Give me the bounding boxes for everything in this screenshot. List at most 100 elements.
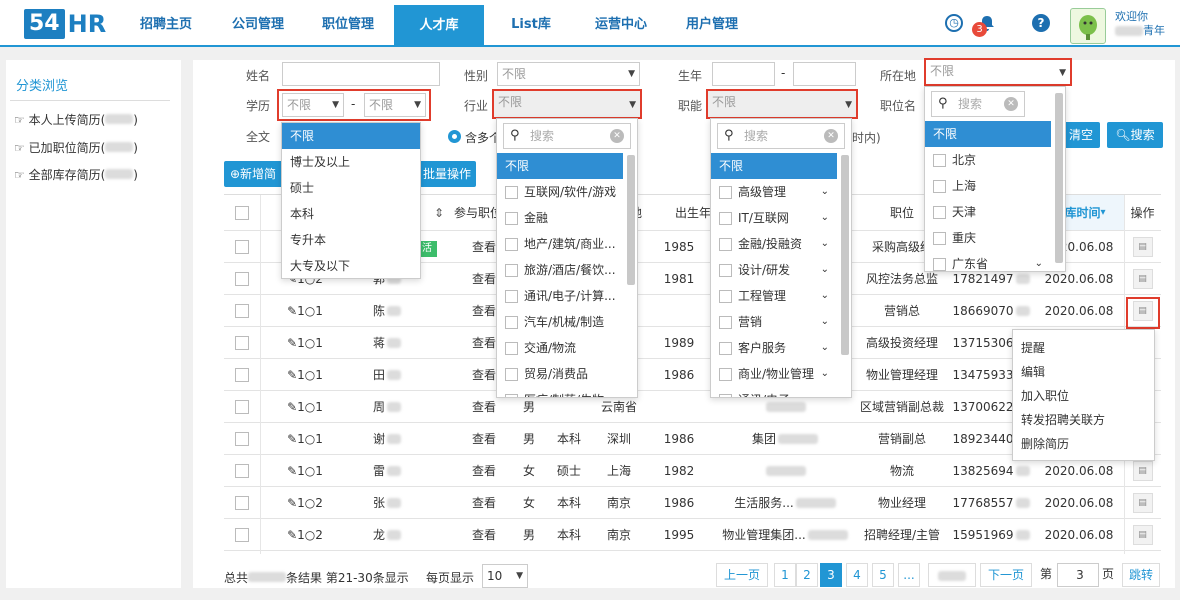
search-button[interactable]: 🔍︎搜索 xyxy=(1107,122,1163,148)
row-ops-button[interactable]: ▤ xyxy=(1132,236,1153,257)
page-button[interactable]: 5 xyxy=(872,563,894,587)
function-option[interactable]: 商业/物业管理 ⌄ xyxy=(711,361,837,387)
row-checkbox[interactable] xyxy=(235,335,249,350)
avatar[interactable] xyxy=(1070,8,1106,44)
checkbox[interactable] xyxy=(933,258,946,271)
row-ops-button[interactable]: ▤ xyxy=(1132,460,1153,481)
chevron-down-icon[interactable]: ⌄ xyxy=(821,335,829,361)
location-option[interactable]: 上海 xyxy=(925,173,1051,199)
context-menu-item[interactable]: 编辑 xyxy=(1013,360,1154,384)
birth-year-to[interactable] xyxy=(793,62,856,86)
page-button[interactable]: 2 xyxy=(796,563,818,587)
industry-option-any[interactable]: 不限 xyxy=(497,153,623,179)
table-row[interactable]: ✎ 1 ○ 2 张 查看女 本科 南京 1986 生活服务... 物业经理 17768557 2020… xyxy=(224,487,1161,519)
checkbox[interactable] xyxy=(505,212,518,225)
checkbox[interactable] xyxy=(719,238,732,251)
clear-icon[interactable]: ✕ xyxy=(1004,97,1018,111)
chevron-down-icon[interactable]: ⌄ xyxy=(821,283,829,309)
chevron-down-icon[interactable]: ⌄ xyxy=(821,231,829,257)
location-search-input[interactable]: ⚲ 搜索 ✕ xyxy=(931,91,1025,117)
function-option[interactable]: 营销 ⌄ xyxy=(711,309,837,335)
function-option-any[interactable]: 不限 xyxy=(711,153,837,179)
industry-scrollbar[interactable] xyxy=(627,155,635,285)
row-checkbox[interactable] xyxy=(235,495,249,510)
industry-option[interactable]: 医疗/制药/生物 xyxy=(497,387,623,397)
industry-option[interactable]: 互联网/软件/游戏 xyxy=(497,179,623,205)
table-row[interactable]: ✎ 1 ○ 2 龙 查看男 本科 南京 1995 物业管理集团... 招聘经理/主管 1595196… xyxy=(224,519,1161,551)
page-button[interactable]: 1 xyxy=(774,563,796,587)
checkbox[interactable] xyxy=(505,186,518,199)
row-checkbox[interactable] xyxy=(235,431,249,446)
chevron-down-icon[interactable]: ⌄ xyxy=(821,361,829,387)
page-button[interactable]: 3 xyxy=(820,563,842,587)
function-option[interactable]: 高级管理 ⌄ xyxy=(711,179,837,205)
row-checkbox[interactable] xyxy=(235,463,249,478)
function-option[interactable]: IT/互联网 ⌄ xyxy=(711,205,837,231)
checkbox[interactable] xyxy=(505,394,518,397)
education-option[interactable]: 不限 xyxy=(282,123,420,149)
checkbox[interactable] xyxy=(719,394,732,397)
nav-company[interactable]: 公司管理 xyxy=(220,0,296,46)
industry-option[interactable]: 汽车/机械/制造 xyxy=(497,309,623,335)
help-icon[interactable]: ? xyxy=(1032,14,1050,32)
row-checkbox[interactable] xyxy=(235,303,249,318)
row-ops-button[interactable]: ▤ xyxy=(1132,524,1153,545)
checkbox[interactable] xyxy=(933,232,946,245)
industry-option[interactable]: 金融 xyxy=(497,205,623,231)
clear-icon[interactable]: ✕ xyxy=(610,129,624,143)
clear-icon[interactable]: ✕ xyxy=(824,129,838,143)
function-option[interactable]: 金融/投融资 ⌄ xyxy=(711,231,837,257)
chevron-down-icon[interactable]: ⌄ xyxy=(821,257,829,283)
chevron-down-icon[interactable]: ⌄ xyxy=(821,205,829,231)
context-menu-item[interactable]: 删除简历 xyxy=(1013,432,1154,456)
page-button[interactable]: 4 xyxy=(846,563,868,587)
clear-button[interactable]: 清空 xyxy=(1062,122,1100,148)
location-option[interactable]: 广东省 ⌄ xyxy=(925,251,1051,271)
chevron-down-icon[interactable]: ⌄ xyxy=(821,309,829,335)
view-link[interactable]: 查看 xyxy=(454,455,514,486)
location-option-any[interactable]: 不限 xyxy=(925,121,1051,147)
education-option[interactable]: 硕士 xyxy=(282,175,420,201)
chevron-down-icon[interactable]: ⌄ xyxy=(821,387,829,397)
row-checkbox[interactable] xyxy=(235,239,249,254)
add-resume-button[interactable]: ⊕新增简 xyxy=(224,161,282,187)
contains-multiple-radio[interactable] xyxy=(448,130,461,143)
industry-option[interactable]: 旅游/酒店/餐饮... xyxy=(497,257,623,283)
location-option[interactable]: 北京 xyxy=(925,147,1051,173)
next-page-button[interactable]: 下一页 xyxy=(980,563,1032,587)
goto-page-input[interactable]: 3 xyxy=(1057,563,1099,587)
per-page-select[interactable]: 10 ▼ xyxy=(482,564,528,588)
gender-select[interactable]: 不限 ▼ xyxy=(497,62,640,86)
clock-icon[interactable]: ◷ xyxy=(945,14,963,32)
education-option[interactable]: 博士及以上 xyxy=(282,149,420,175)
nav-operations[interactable]: 运营中心 xyxy=(582,0,660,46)
education-to-select[interactable]: 不限 ▼ xyxy=(364,93,426,117)
checkbox[interactable] xyxy=(719,316,732,329)
industry-option[interactable]: 贸易/消费品 xyxy=(497,361,623,387)
checkbox[interactable] xyxy=(505,290,518,303)
education-option[interactable]: 本科 xyxy=(282,201,420,227)
education-option[interactable]: 大专及以下 xyxy=(282,253,420,279)
row-ops-button[interactable]: ▤ xyxy=(1132,492,1153,513)
view-link[interactable]: 查看 xyxy=(454,423,514,454)
page-button[interactable]: ... xyxy=(898,563,920,587)
context-menu-item[interactable]: 提醒 xyxy=(1013,336,1154,360)
industry-select[interactable]: 不限 ▼ xyxy=(492,89,642,119)
view-link[interactable]: 查看 xyxy=(454,519,514,550)
nav-list[interactable]: List库 xyxy=(498,0,564,46)
table-row[interactable]: ✎1 ○1陈查看省营销总186690702020.06.08▤ xyxy=(224,295,1161,327)
page-blurred[interactable] xyxy=(928,563,976,587)
nav-positions[interactable]: 职位管理 xyxy=(310,0,386,46)
checkbox[interactable] xyxy=(505,368,518,381)
education-from-select[interactable]: 不限 ▼ xyxy=(282,93,344,117)
sidebar-item-my-uploads[interactable]: ☞ 本人上传简历() xyxy=(14,111,138,128)
nav-users[interactable]: 用户管理 xyxy=(674,0,750,46)
industry-option[interactable]: 通讯/电子/计算... xyxy=(497,283,623,309)
checkbox[interactable] xyxy=(933,180,946,193)
checkbox[interactable] xyxy=(505,316,518,329)
name-input[interactable] xyxy=(282,62,440,86)
location-option[interactable]: 重庆 xyxy=(925,225,1051,251)
logo[interactable]: 54 HR xyxy=(24,9,106,39)
function-select[interactable]: 不限 ▼ xyxy=(706,89,858,119)
function-scrollbar[interactable] xyxy=(841,155,849,355)
